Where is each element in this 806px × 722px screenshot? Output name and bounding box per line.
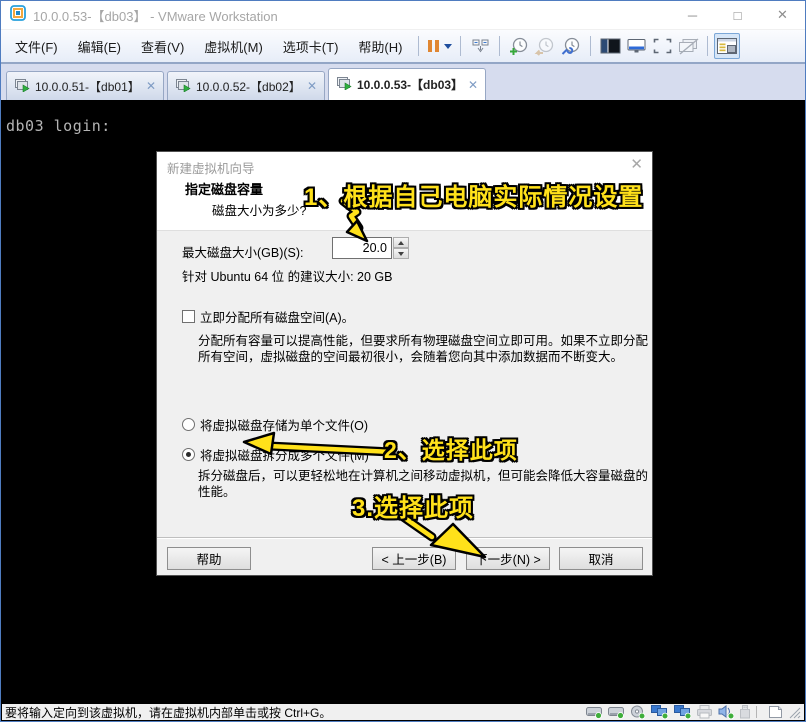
menu-vm[interactable]: 虚拟机(M) — [194, 32, 273, 61]
console-prompt: db03 login: — [6, 117, 111, 135]
annotation-step2: 2、选择此项 — [384, 431, 518, 465]
maximize-button[interactable]: □ — [715, 1, 760, 29]
minimize-button[interactable]: ─ — [670, 1, 715, 29]
disk-size-spinner[interactable]: 20.0 — [332, 237, 409, 259]
close-button[interactable]: ✕ — [760, 1, 805, 29]
printer-icon[interactable] — [697, 705, 713, 719]
network-adapter-2-icon[interactable] — [674, 705, 692, 719]
cd-dvd-icon[interactable] — [630, 705, 646, 719]
window-title: 10.0.0.53-【db03】 - VMware Workstation — [33, 6, 278, 25]
tab-label: 10.0.0.51-【db01】 — [35, 78, 141, 95]
toolbar-separator — [707, 36, 708, 56]
network-adapter-icon[interactable] — [651, 705, 669, 719]
tab-db02[interactable]: 10.0.0.52-【db02】 ✕ — [167, 71, 325, 100]
allocate-all-space-row[interactable]: 立即分配所有磁盘空间(A)。 — [182, 307, 354, 326]
revert-snapshot-icon[interactable] — [532, 33, 558, 59]
tab-db03-active[interactable]: 10.0.0.53-【db03】 ✕ — [328, 68, 486, 100]
next-button[interactable]: 下一步(N) > — [466, 547, 550, 570]
menu-view[interactable]: 查看(V) — [131, 32, 194, 61]
status-message: 要将输入定向到该虚拟机，请在虚拟机内部单击或按 Ctrl+G。 — [5, 704, 331, 721]
spinner-buttons — [393, 237, 409, 259]
menu-tabs[interactable]: 选项卡(T) — [273, 32, 349, 61]
hard-disk-icon[interactable] — [586, 705, 603, 719]
vmware-workstation-window: 10.0.0.53-【db03】 - VMware Workstation ─ … — [0, 0, 806, 722]
tab-db01[interactable]: 10.0.0.51-【db01】 ✕ — [6, 71, 164, 100]
vmware-logo-icon — [10, 5, 26, 26]
vm-tab-icon — [14, 78, 30, 95]
up-arrow-icon — [398, 241, 404, 245]
fullscreen-icon[interactable] — [649, 33, 675, 59]
unity-mode-icon[interactable] — [623, 33, 649, 59]
take-snapshot-icon[interactable] — [506, 33, 532, 59]
vm-tab-icon — [175, 78, 191, 95]
toolbar-separator — [460, 36, 461, 56]
max-disk-size-label: 最大磁盘大小(GB)(S): — [182, 242, 304, 261]
status-separator — [756, 706, 757, 718]
cycle-multiple-monitors-icon[interactable] — [675, 33, 701, 59]
allocate-description: 分配所有容量可以提高性能，但要求所有物理磁盘空间立即可用。如果不立即分配所有空间… — [198, 333, 653, 365]
window-controls: ─ □ ✕ — [670, 1, 805, 29]
single-file-radio[interactable] — [182, 418, 195, 431]
toolbar-separator — [418, 36, 419, 56]
hard-disk-2-icon[interactable] — [608, 705, 625, 719]
sound-icon[interactable] — [718, 705, 735, 719]
cancel-button[interactable]: 取消 — [559, 547, 643, 570]
console-view-icon[interactable] — [597, 33, 623, 59]
library-summary-view-icon[interactable] — [714, 33, 740, 59]
dialog-title: 新建虚拟机向导 — [167, 158, 255, 177]
menu-file[interactable]: 文件(F) — [5, 32, 68, 61]
split-files-option-row[interactable]: 将虚拟磁盘拆分成多个文件(M) — [182, 445, 369, 464]
title-bar: 10.0.0.53-【db03】 - VMware Workstation ─ … — [1, 1, 805, 30]
single-file-option-row[interactable]: 将虚拟磁盘存储为单个文件(O) — [182, 415, 368, 434]
tab-label: 10.0.0.53-【db03】 — [357, 76, 463, 93]
status-bar: 要将输入定向到该虚拟机，请在虚拟机内部单击或按 Ctrl+G。 — [2, 704, 804, 720]
header-divider — [157, 230, 652, 231]
menu-toolbar: 文件(F) 编辑(E) 查看(V) 虚拟机(M) 选项卡(T) 帮助(H) — [1, 30, 805, 62]
disk-size-input[interactable]: 20.0 — [332, 237, 392, 259]
menu-help[interactable]: 帮助(H) — [348, 32, 412, 61]
tab-close-icon[interactable]: ✕ — [307, 79, 317, 93]
allocate-all-space-checkbox[interactable] — [182, 310, 195, 323]
footer-divider — [157, 537, 652, 539]
snapshot-manager-icon[interactable] — [558, 33, 584, 59]
split-files-label: 将虚拟磁盘拆分成多个文件(M) — [200, 445, 369, 464]
menu-edit[interactable]: 编辑(E) — [68, 32, 131, 61]
dialog-close-icon[interactable]: ✕ — [630, 155, 643, 173]
toolbar-separator — [590, 36, 591, 56]
allocate-checkbox-label: 立即分配所有磁盘空间(A)。 — [200, 307, 354, 326]
annotation-step1: 1、根据自己电脑实际情况设置 — [304, 177, 643, 212]
vm-tab-icon — [336, 76, 352, 93]
send-ctrl-alt-del-icon[interactable] — [467, 33, 493, 59]
dialog-heading: 指定磁盘容量 — [185, 179, 263, 198]
resize-grip[interactable] — [788, 706, 801, 719]
message-log-icon[interactable] — [768, 705, 783, 719]
device-status-icons — [581, 705, 801, 719]
down-arrow-icon — [398, 252, 404, 256]
tab-close-icon[interactable]: ✕ — [146, 79, 156, 93]
pause-icon[interactable] — [425, 33, 454, 59]
split-files-radio[interactable] — [182, 448, 195, 461]
dropdown-arrow-icon[interactable] — [444, 44, 452, 49]
recommended-size-text: 针对 Ubuntu 64 位 的建议大小: 20 GB — [182, 266, 393, 285]
annotation-step3: 3.选择此项 — [352, 488, 474, 523]
help-button[interactable]: 帮助 — [167, 547, 251, 570]
spin-down-button[interactable] — [393, 248, 409, 259]
usb-icon[interactable] — [740, 705, 750, 719]
tab-label: 10.0.0.52-【db02】 — [196, 78, 302, 95]
back-button[interactable]: < 上一步(B) — [372, 547, 456, 570]
single-file-label: 将虚拟磁盘存储为单个文件(O) — [200, 415, 368, 434]
toolbar-separator — [499, 36, 500, 56]
tab-close-icon[interactable]: ✕ — [468, 78, 478, 92]
spin-up-button[interactable] — [393, 237, 409, 248]
tab-bar: 10.0.0.51-【db01】 ✕ 10.0.0.52-【db02】 ✕ 10… — [1, 62, 805, 100]
dialog-subheading: 磁盘大小为多少? — [212, 200, 306, 219]
